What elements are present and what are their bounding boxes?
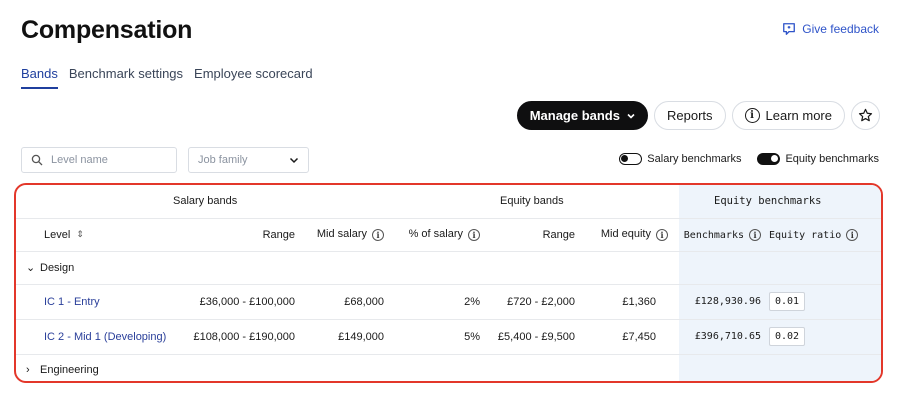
equity-ratio-column-header: Equity ratio i xyxy=(761,218,881,251)
info-icon[interactable]: i xyxy=(656,228,668,241)
info-icon[interactable]: i xyxy=(372,228,384,241)
level-header-label: Level xyxy=(44,228,71,241)
reports-label: Reports xyxy=(666,108,713,123)
star-icon xyxy=(858,108,873,122)
equity-ratio-value: 0.01 xyxy=(769,292,806,311)
equity-benchmarks-switch[interactable] xyxy=(757,153,781,165)
bands-table-container: Salary bands Equity bands Equity benchma… xyxy=(14,183,883,383)
salary-benchmarks-switch[interactable] xyxy=(619,153,643,165)
info-icon[interactable]: i xyxy=(749,228,761,241)
benchmark-cell: £396,710.65 xyxy=(694,331,761,342)
level-search xyxy=(21,147,177,173)
benchmark-toggles: Salary benchmarks Equity benchmarks xyxy=(619,153,879,165)
reports-button[interactable]: Reports xyxy=(653,101,726,130)
mid-salary-header-label: Mid salary xyxy=(316,228,367,241)
tab-benchmark-settings[interactable]: Benchmark settings xyxy=(69,64,183,89)
salary-range-cell: £36,000 - £100,000 xyxy=(199,295,295,308)
group-cell: › Engineering xyxy=(16,354,668,381)
mid-equity-column-header: Mid equity i xyxy=(579,218,668,251)
equity-bands-header: Equity bands xyxy=(500,195,564,208)
column-header-row: Level ⇕ Range Mid salary i % of salary i Ra… xyxy=(16,218,881,251)
feedback-icon xyxy=(783,23,796,35)
range-column-header: Range xyxy=(262,228,295,241)
mid-salary-cell: £68,000 xyxy=(344,295,384,308)
info-icon[interactable]: i xyxy=(468,228,480,241)
level-link[interactable]: IC 1 - Entry xyxy=(44,296,100,308)
chevron-down-icon[interactable]: ⌄ xyxy=(26,261,40,274)
group-row-engineering[interactable]: › Engineering xyxy=(16,354,881,381)
info-icon[interactable]: i xyxy=(846,228,859,241)
pct-salary-column-header: % of salary i xyxy=(387,218,480,251)
mid-salary-column-header: Mid salary i xyxy=(299,218,387,251)
manage-bands-label: Manage bands xyxy=(529,108,620,123)
page-title: Compensation xyxy=(21,16,193,44)
benchmarks-column-header: Benchmarks i xyxy=(668,218,761,251)
tab-bar: Bands Benchmark settings Employee scorec… xyxy=(21,64,324,89)
group-row-design[interactable]: ⌄ Design xyxy=(16,251,881,284)
job-family-placeholder: Job family xyxy=(198,154,248,166)
toolbar: Manage bands Reports i Learn more xyxy=(516,101,880,130)
tab-employee-scorecard[interactable]: Employee scorecard xyxy=(194,64,313,89)
equity-range-cell: £5,400 - £9,500 xyxy=(497,330,575,343)
chevron-down-icon xyxy=(289,157,299,164)
manage-bands-button[interactable]: Manage bands xyxy=(516,101,648,130)
give-feedback-link[interactable]: Give feedback xyxy=(782,22,879,36)
info-icon: i xyxy=(744,108,760,123)
group-name-design: Design xyxy=(40,262,75,274)
equity-benchmarks-toggle[interactable]: Equity benchmarks xyxy=(757,153,879,165)
level-search-input[interactable] xyxy=(51,154,161,166)
group-header-row: Salary bands Equity bands Equity benchma… xyxy=(16,185,881,218)
chevron-right-icon[interactable]: › xyxy=(26,364,40,376)
salary-benchmarks-label: Salary benchmarks xyxy=(647,153,742,165)
favorite-button[interactable] xyxy=(851,101,880,130)
group-name-engineering: Engineering xyxy=(40,364,99,377)
mid-equity-header-label: Mid equity xyxy=(600,228,651,241)
search-icon xyxy=(31,154,43,166)
mid-equity-cell: £1,360 xyxy=(622,295,656,308)
equity-benchmarks-header: Equity benchmarks xyxy=(714,195,822,208)
equity-ratio-header-label: Equity ratio xyxy=(769,229,842,241)
pct-salary-header-label: % of salary xyxy=(408,228,463,241)
learn-more-label: Learn more xyxy=(765,108,832,123)
table-row: IC 2 - Mid 1 (Developing) £108,000 - £19… xyxy=(16,319,881,354)
bands-table: Salary bands Equity bands Equity benchma… xyxy=(16,185,881,381)
mid-equity-cell: £7,450 xyxy=(622,330,656,343)
benchmark-cell: £128,930.96 xyxy=(694,296,761,307)
salary-range-cell: £108,000 - £190,000 xyxy=(193,330,295,343)
equity-range-column-header: Range xyxy=(542,228,575,241)
chevron-down-icon xyxy=(627,113,635,119)
benchmarks-header-label: Benchmarks xyxy=(683,229,744,241)
tab-bands[interactable]: Bands xyxy=(21,64,58,89)
table-row: IC 1 - Entry £36,000 - £100,000 £68,000 … xyxy=(16,284,881,319)
job-family-select[interactable]: Job family xyxy=(188,147,309,173)
salary-benchmarks-toggle[interactable]: Salary benchmarks xyxy=(619,153,741,165)
equity-range-cell: £720 - £2,000 xyxy=(507,295,575,308)
salary-bands-header: Salary bands xyxy=(173,195,238,208)
mid-salary-cell: £149,000 xyxy=(338,330,384,343)
level-link[interactable]: IC 2 - Mid 1 (Developing) xyxy=(44,331,166,343)
equity-ratio-value: 0.02 xyxy=(769,327,806,346)
pct-salary-cell: 5% xyxy=(464,330,480,343)
pct-salary-cell: 2% xyxy=(464,295,480,308)
learn-more-button[interactable]: i Learn more xyxy=(731,101,845,130)
level-column-header[interactable]: Level ⇕ xyxy=(16,218,176,251)
equity-benchmarks-label: Equity benchmarks xyxy=(785,153,879,165)
group-cell: ⌄ Design xyxy=(16,251,668,284)
give-feedback-label: Give feedback xyxy=(802,22,879,36)
sort-icon[interactable]: ⇕ xyxy=(76,229,84,240)
